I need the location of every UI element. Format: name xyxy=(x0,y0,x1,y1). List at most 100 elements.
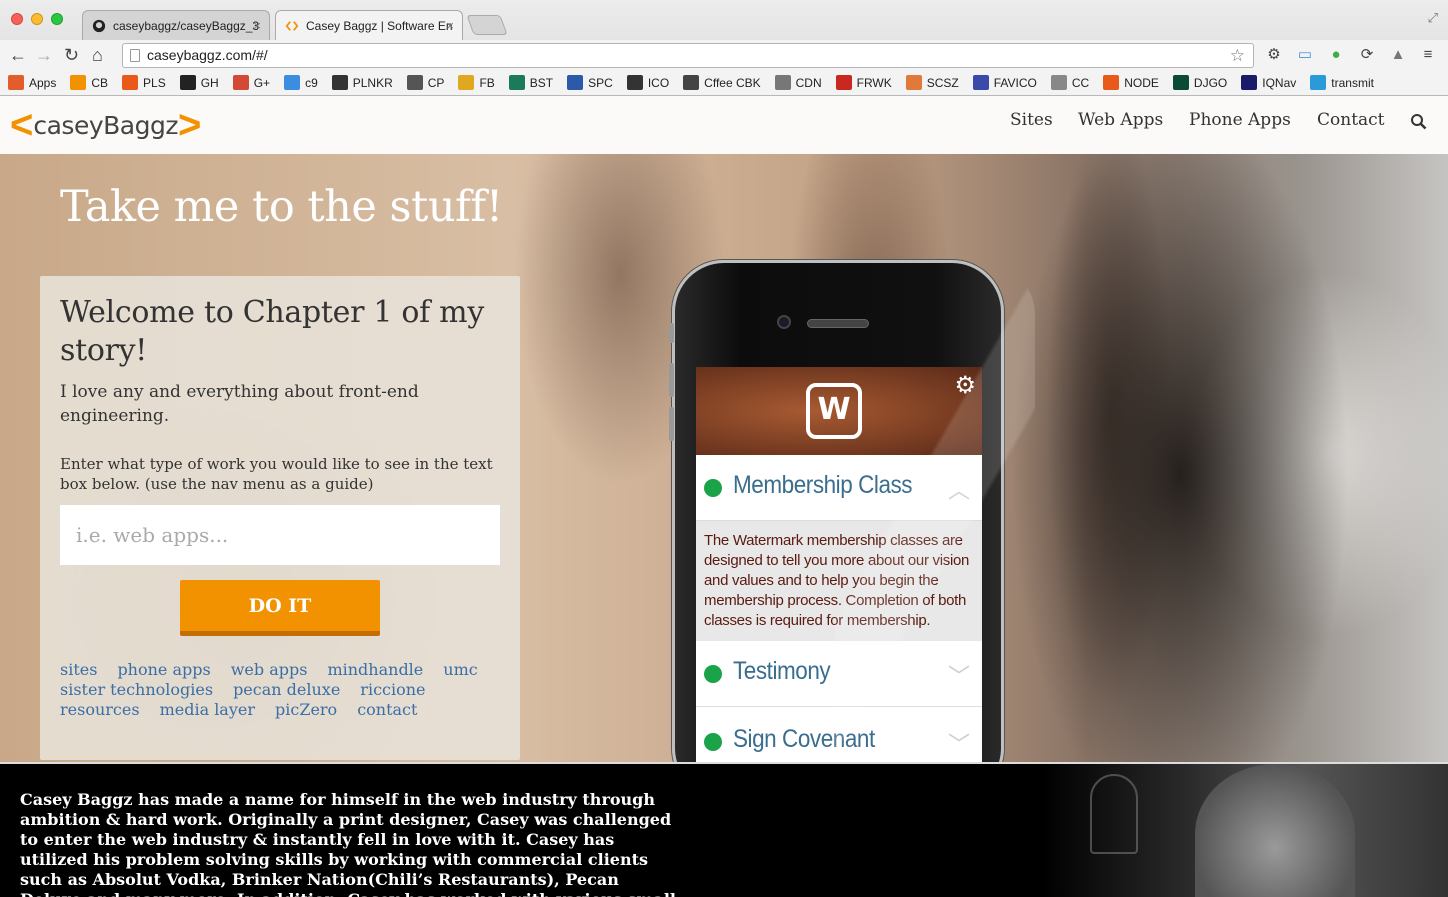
quick-link-sites[interactable]: sites xyxy=(60,660,97,680)
bookmark-fb[interactable]: FB xyxy=(458,75,495,90)
evernote-icon[interactable]: ● xyxy=(1326,45,1346,65)
quick-link-umc[interactable]: umc xyxy=(443,660,477,680)
phone-speaker xyxy=(807,319,869,328)
status-dot-icon xyxy=(704,665,722,683)
bookmark-g-[interactable]: G+ xyxy=(232,75,271,90)
bookmark-transmit[interactable]: transmit xyxy=(1310,75,1374,90)
bookmark-pls[interactable]: PLS xyxy=(122,75,166,90)
window-controls xyxy=(11,13,63,25)
quick-link-phone-apps[interactable]: phone apps xyxy=(117,660,210,680)
quick-link-mindhandle[interactable]: mindhandle xyxy=(327,660,423,680)
gear-icon: ⚙ xyxy=(954,372,976,399)
nav-web-apps[interactable]: Web Apps xyxy=(1078,110,1163,130)
quick-link-web-apps[interactable]: web apps xyxy=(231,660,308,680)
zoom-window-button[interactable] xyxy=(51,13,63,25)
cb-icon xyxy=(70,75,87,90)
birdcage-image xyxy=(1090,774,1138,854)
bookmark-ico[interactable]: ICO xyxy=(626,75,670,90)
tab-title: caseybaggz/caseyBaggz_3 xyxy=(113,19,260,33)
bookmark-label: DJGO xyxy=(1193,75,1228,90)
close-tab-icon[interactable]: × xyxy=(253,11,261,40)
new-tab-button[interactable] xyxy=(466,15,508,35)
about-section: Casey Baggz has made a name for himself … xyxy=(0,762,1448,897)
bookmark-spc[interactable]: SPC xyxy=(567,75,613,90)
phone-volume-up xyxy=(669,363,674,397)
bookmark-plnkr[interactable]: PLNKR xyxy=(331,75,393,90)
bookmark-label: G+ xyxy=(253,75,271,90)
nav-sites[interactable]: Sites xyxy=(1010,110,1053,130)
search-instructions: Enter what type of work you would like t… xyxy=(60,455,493,493)
logo-left-bracket: < xyxy=(10,103,34,147)
menu-icon[interactable]: ≡ xyxy=(1418,45,1438,65)
phone-screen: W ⚙ Membership Class ︿ The Watermark mem… xyxy=(696,367,982,762)
nav-phone-apps[interactable]: Phone Apps xyxy=(1189,110,1291,130)
sync-icon[interactable]: ⟳ xyxy=(1357,45,1377,65)
folder-icon[interactable]: ▭ xyxy=(1295,45,1315,65)
logo-text: caseyBaggz xyxy=(33,110,178,140)
bookmark-scsz[interactable]: SCSZ xyxy=(905,75,959,90)
django-icon xyxy=(1172,75,1189,90)
cdn-icon xyxy=(774,75,791,90)
settings-gear-icon[interactable]: ⚙ xyxy=(1264,45,1284,65)
bookmark-gh[interactable]: GH xyxy=(179,75,219,90)
bookmark-star-icon[interactable]: ☆ xyxy=(1230,44,1245,67)
reload-icon[interactable]: ↻ xyxy=(64,44,79,66)
bookmark-label: FB xyxy=(479,75,495,90)
scsz-icon xyxy=(905,75,922,90)
quick-link-media-layer[interactable]: media layer xyxy=(160,700,255,720)
close-tab-icon[interactable]: × xyxy=(446,11,454,40)
bookmark-cp[interactable]: CP xyxy=(406,75,445,90)
bookmark-djgo[interactable]: DJGO xyxy=(1172,75,1228,90)
browser-tab-github[interactable]: caseybaggz/caseyBaggz_3 × xyxy=(82,10,270,40)
bookmark-label: CP xyxy=(427,75,445,90)
browser-chrome: caseybaggz/caseyBaggz_3 × Casey Baggz | … xyxy=(0,0,1448,96)
bookmark-cc[interactable]: CC xyxy=(1050,75,1089,90)
logo[interactable]: < caseyBaggz > xyxy=(10,105,201,145)
phone-volume-down xyxy=(669,407,674,441)
fullscreen-icon[interactable]: ⤢ xyxy=(1428,10,1438,26)
bookmark-frwk[interactable]: FRWK xyxy=(835,75,892,90)
bookmark-label: IQNav xyxy=(1262,75,1297,90)
angular-icon[interactable]: ▲ xyxy=(1388,45,1408,65)
ico-icon xyxy=(626,75,643,90)
phone-mockup: W ⚙ Membership Class ︿ The Watermark mem… xyxy=(669,260,1035,762)
bookmark-apps[interactable]: Apps xyxy=(8,75,56,90)
bookmark-cdn[interactable]: CDN xyxy=(774,75,822,90)
forward-arrow-icon[interactable]: → xyxy=(35,44,53,66)
search-icon[interactable] xyxy=(1410,113,1427,130)
codepen-icon xyxy=(406,75,423,90)
site-header: < caseyBaggz > Sites Web Apps Phone Apps… xyxy=(0,96,1448,154)
do-it-button[interactable]: DO IT xyxy=(180,580,380,636)
bookmark-label: ICO xyxy=(647,75,670,90)
nav-contact[interactable]: Contact xyxy=(1317,110,1385,130)
bookmark-cffee-cbk[interactable]: Cffee CBK xyxy=(683,75,761,90)
bookmark-label: transmit xyxy=(1331,75,1374,90)
quick-link-riccione[interactable]: riccione xyxy=(360,680,425,700)
quick-link-pecan-deluxe[interactable]: pecan deluxe xyxy=(233,680,340,700)
bookmark-label: CB xyxy=(91,75,109,90)
quick-link-sister-technologies[interactable]: sister technologies xyxy=(60,680,213,700)
work-type-input[interactable] xyxy=(60,505,500,565)
bookmark-iqnav[interactable]: IQNav xyxy=(1241,75,1296,90)
quick-link-resources[interactable]: resources xyxy=(60,700,140,720)
bookmark-label: NODE xyxy=(1124,75,1159,90)
welcome-heading: Welcome to Chapter 1 of my story! xyxy=(60,295,484,368)
address-bar[interactable]: caseybaggz.com/#/ ☆ xyxy=(122,43,1254,68)
bookmark-cb[interactable]: CB xyxy=(70,75,108,90)
bookmark-favico[interactable]: FAVICO xyxy=(972,75,1037,90)
page-icon xyxy=(130,49,140,62)
bookmarks-bar: Apps CB PLS GH G+ c9 PLNKR CP FB BST SPC ICO Cffee C… xyxy=(0,70,1448,95)
home-icon[interactable]: ⌂ xyxy=(92,44,103,66)
bookmark-c9[interactable]: c9 xyxy=(284,75,318,90)
quick-link-piczero[interactable]: picZero xyxy=(275,700,337,720)
browser-tab-active[interactable]: Casey Baggz | Software En × xyxy=(275,10,463,40)
quick-link-contact[interactable]: contact xyxy=(357,700,417,720)
back-arrow-icon[interactable]: ← xyxy=(9,44,27,66)
close-window-button[interactable] xyxy=(11,13,23,25)
bookmark-node[interactable]: NODE xyxy=(1103,75,1159,90)
minimize-window-button[interactable] xyxy=(31,13,43,25)
cb-favicon-icon xyxy=(285,21,299,31)
phone-mute-switch xyxy=(669,323,674,343)
bookmark-label: SPC xyxy=(588,75,613,90)
bookmark-bst[interactable]: BST xyxy=(508,75,553,90)
